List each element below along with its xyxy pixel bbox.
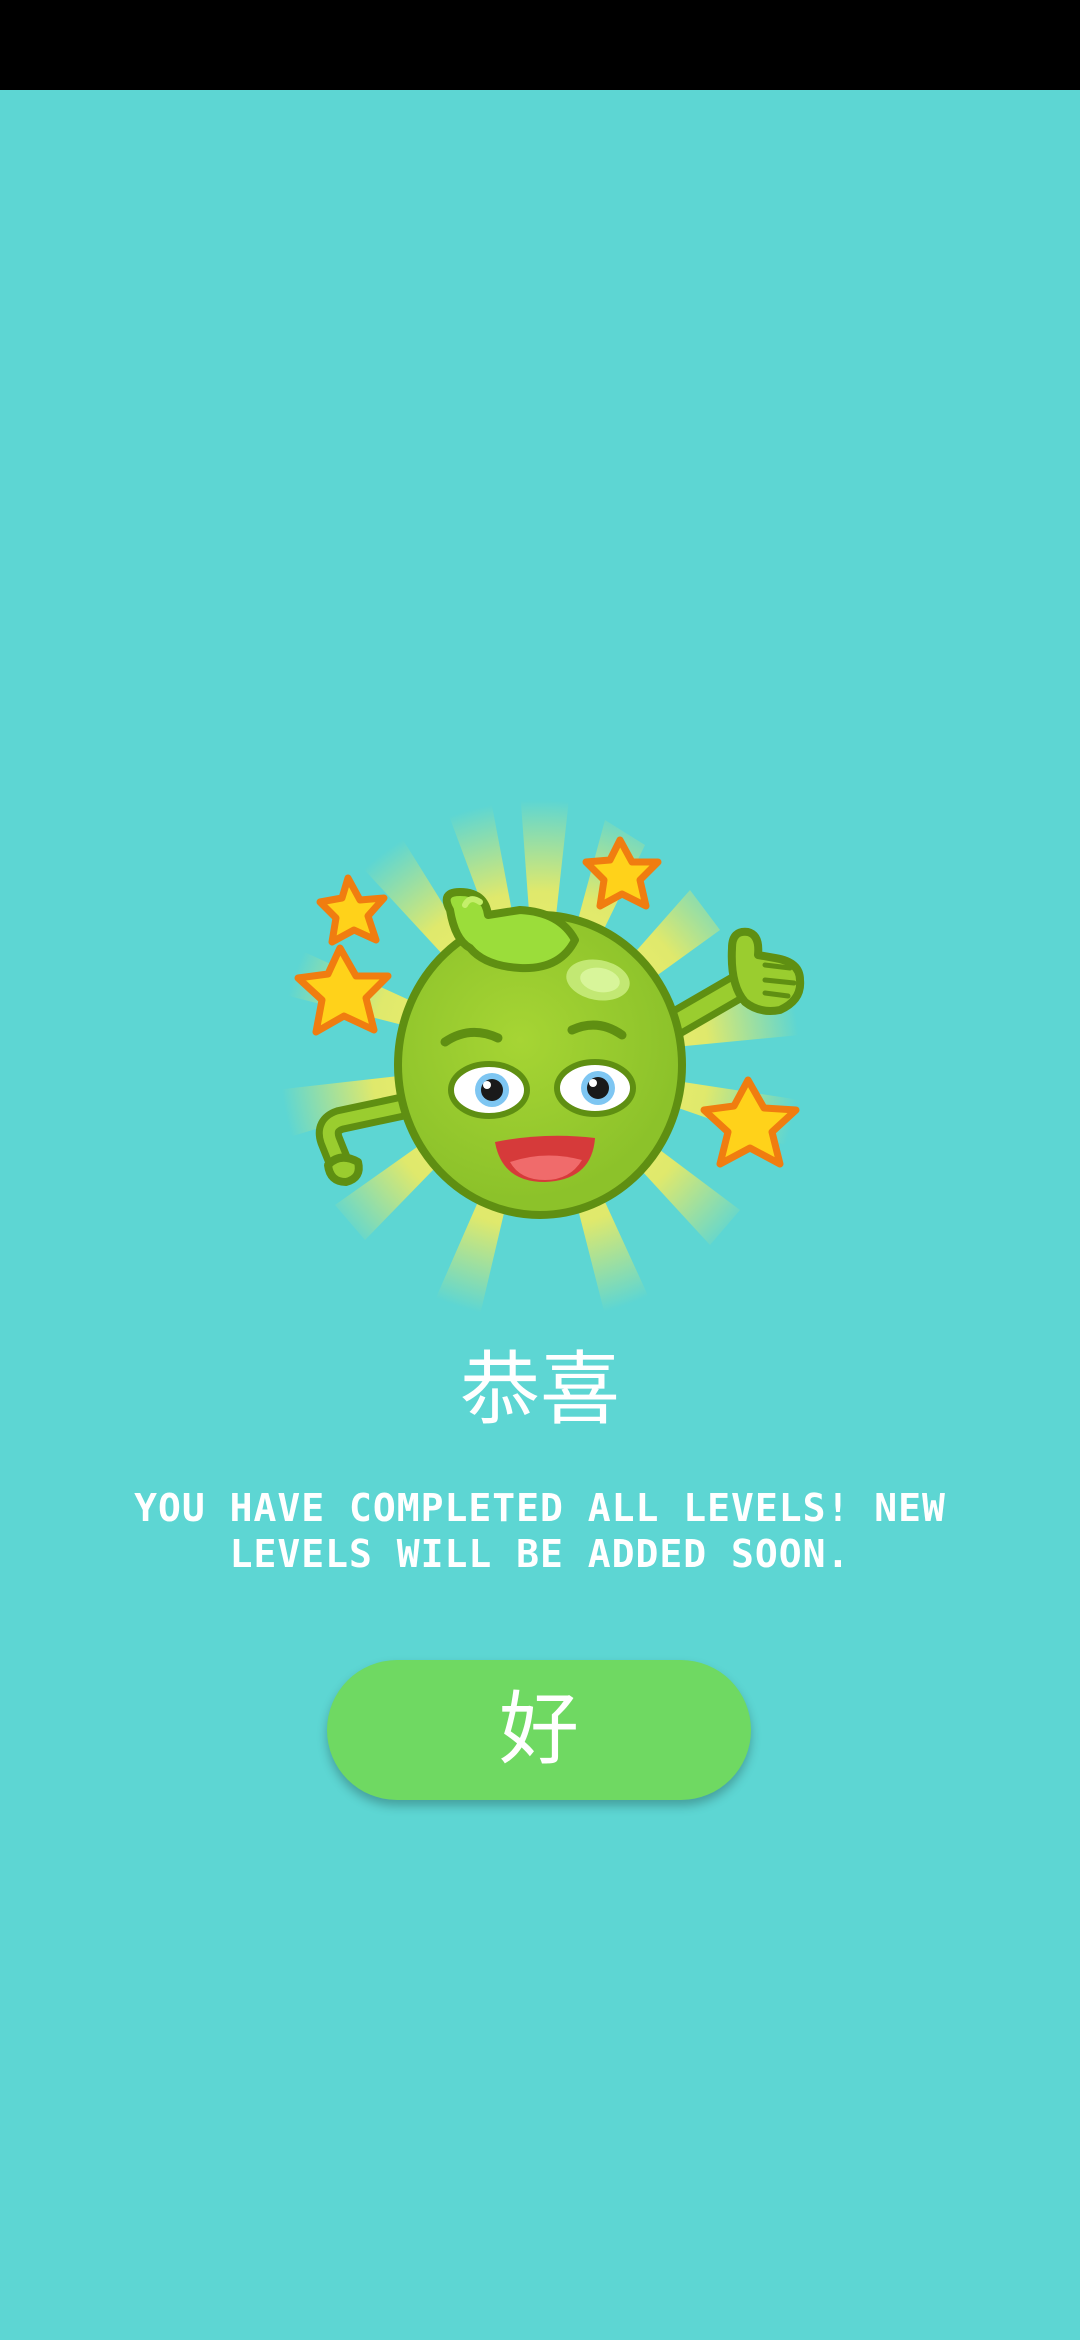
congratulations-title: 恭喜 (460, 1343, 620, 1436)
status-bar (0, 0, 1080, 90)
ok-button[interactable]: 好 (327, 1660, 751, 1800)
completion-message: YOU HAVE COMPLETED ALL LEVELS! NEW LEVEL… (134, 1486, 946, 1576)
celebrating-pea-mascot-icon (270, 780, 810, 1320)
completion-screen: 恭喜 YOU HAVE COMPLETED ALL LEVELS! NEW LE… (0, 90, 1080, 2340)
